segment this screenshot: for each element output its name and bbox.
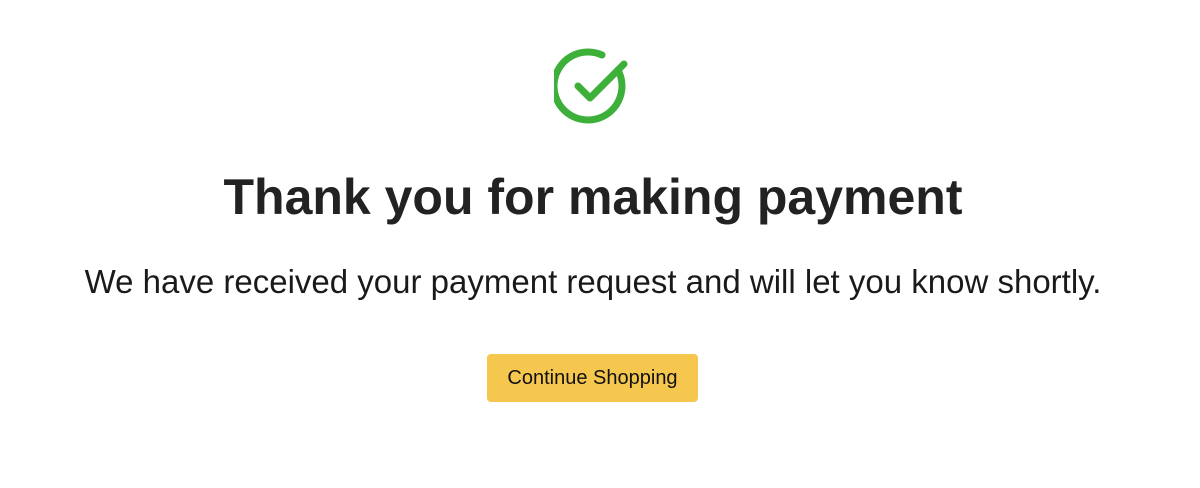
page-title: Thank you for making payment xyxy=(223,169,963,225)
check-circle-icon xyxy=(554,48,632,126)
confirmation-message: We have received your payment request an… xyxy=(84,263,1102,300)
payment-confirmation-page: Thank you for making payment We have rec… xyxy=(0,0,1200,488)
continue-shopping-button[interactable]: Continue Shopping xyxy=(487,354,698,402)
